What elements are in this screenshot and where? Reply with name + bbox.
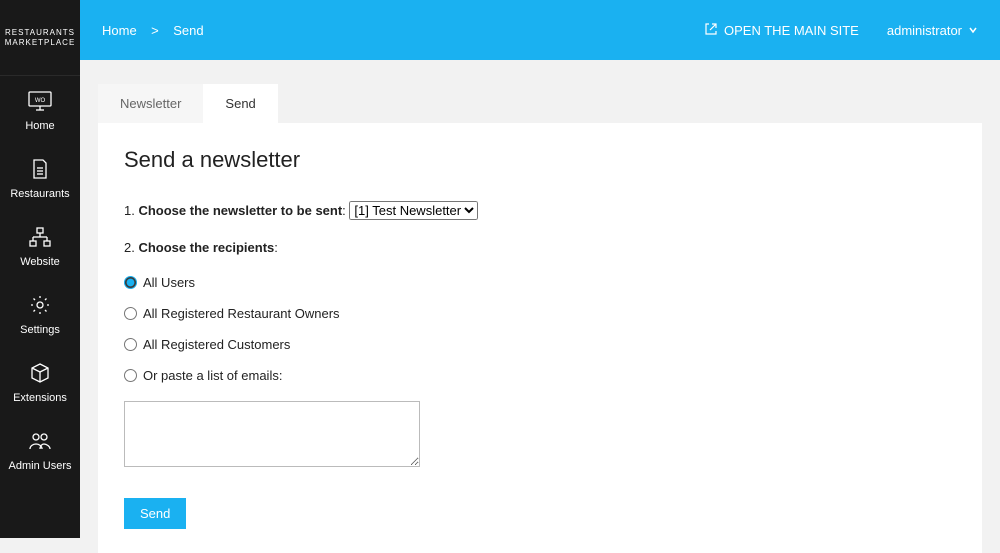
radio-paste-label: Or paste a list of emails:: [143, 368, 282, 383]
sidebar-item-label: Admin Users: [2, 460, 78, 472]
document-icon: [2, 156, 78, 182]
monitor-icon: WO: [2, 88, 78, 114]
chevron-down-icon: [968, 23, 978, 38]
step-2-text: Choose the recipients: [138, 240, 274, 255]
sidebar-item-label: Website: [2, 256, 78, 268]
brand-line2: MARKETPLACE: [4, 38, 76, 48]
sidebar-item-extensions[interactable]: Extensions: [0, 348, 80, 416]
open-main-site-label: OPEN THE MAIN SITE: [724, 23, 859, 38]
sidebar-item-website[interactable]: Website: [0, 212, 80, 280]
breadcrumb: Home > Send: [102, 23, 204, 38]
radio-owners-label: All Registered Restaurant Owners: [143, 306, 340, 321]
sidebar-item-label: Home: [2, 120, 78, 132]
gear-icon: [2, 292, 78, 318]
tab-newsletter[interactable]: Newsletter: [98, 84, 203, 123]
emails-textarea[interactable]: [124, 401, 420, 467]
sitemap-icon: [2, 224, 78, 250]
sidebar: RESTAURANTS MARKETPLACE WO Home Restaura…: [0, 0, 80, 538]
radio-paste[interactable]: [124, 369, 137, 382]
tab-send[interactable]: Send: [203, 84, 277, 123]
page-title: Send a newsletter: [124, 147, 956, 173]
tabs: Newsletter Send: [98, 84, 982, 123]
svg-text:WO: WO: [35, 98, 46, 104]
step-1: 1. Choose the newsletter to be sent: [1]…: [124, 201, 956, 220]
users-icon: [2, 428, 78, 454]
step-2: 2. Choose the recipients:: [124, 240, 956, 255]
breadcrumb-current: Send: [173, 23, 203, 38]
sidebar-item-restaurants[interactable]: Restaurants: [0, 144, 80, 212]
radio-customers[interactable]: [124, 338, 137, 351]
sidebar-item-label: Restaurants: [2, 188, 78, 200]
open-main-site-link[interactable]: OPEN THE MAIN SITE: [704, 22, 859, 39]
breadcrumb-sep: >: [151, 23, 159, 38]
user-name: administrator: [887, 23, 962, 38]
radio-row-all-users[interactable]: All Users: [124, 275, 956, 290]
sidebar-item-home[interactable]: WO Home: [0, 76, 80, 144]
brand-line1: RESTAURANTS: [4, 28, 76, 38]
topbar: Home > Send OPEN THE MAIN SITE administr…: [80, 0, 1000, 60]
radio-customers-label: All Registered Customers: [143, 337, 290, 352]
sidebar-item-label: Settings: [2, 324, 78, 336]
radio-all-users[interactable]: [124, 276, 137, 289]
step-1-num: 1.: [124, 203, 135, 218]
content: Newsletter Send Send a newsletter 1. Cho…: [80, 60, 1000, 538]
radio-row-owners[interactable]: All Registered Restaurant Owners: [124, 306, 956, 321]
breadcrumb-home[interactable]: Home: [102, 23, 137, 38]
cube-icon: [2, 360, 78, 386]
newsletter-select[interactable]: [1] Test Newsletter: [349, 201, 478, 220]
user-menu[interactable]: administrator: [887, 23, 978, 38]
step-1-text: Choose the newsletter to be sent: [138, 203, 342, 218]
step-2-num: 2.: [124, 240, 135, 255]
radio-owners[interactable]: [124, 307, 137, 320]
external-link-icon: [704, 22, 718, 39]
send-button[interactable]: Send: [124, 498, 186, 529]
topbar-right: OPEN THE MAIN SITE administrator: [704, 22, 978, 39]
sidebar-item-admin-users[interactable]: Admin Users: [0, 416, 80, 484]
brand-logo: RESTAURANTS MARKETPLACE: [0, 0, 80, 76]
radio-all-users-label: All Users: [143, 275, 195, 290]
radio-row-customers[interactable]: All Registered Customers: [124, 337, 956, 352]
panel: Send a newsletter 1. Choose the newslett…: [98, 123, 982, 553]
radio-row-paste[interactable]: Or paste a list of emails:: [124, 368, 956, 383]
sidebar-item-settings[interactable]: Settings: [0, 280, 80, 348]
sidebar-item-label: Extensions: [2, 392, 78, 404]
